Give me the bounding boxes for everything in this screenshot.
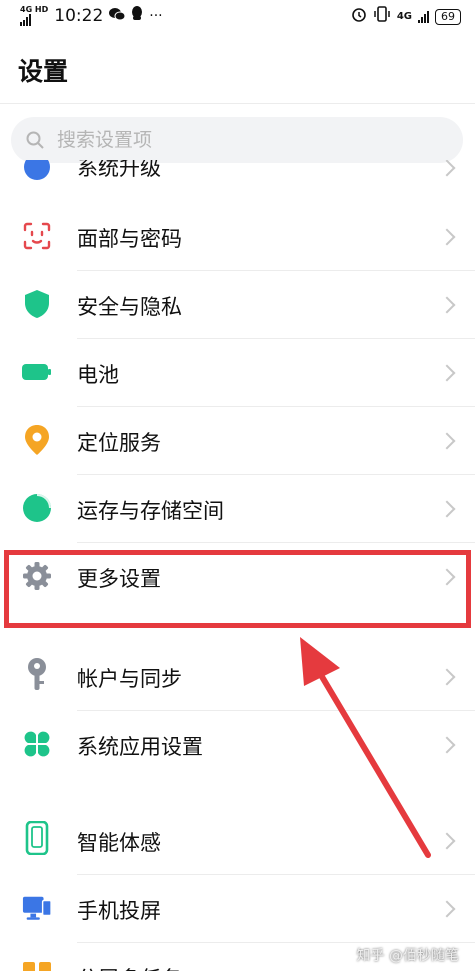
annotation-arrow <box>300 637 431 858</box>
watermark: 知乎 @佰秒随笔 <box>356 948 459 964</box>
